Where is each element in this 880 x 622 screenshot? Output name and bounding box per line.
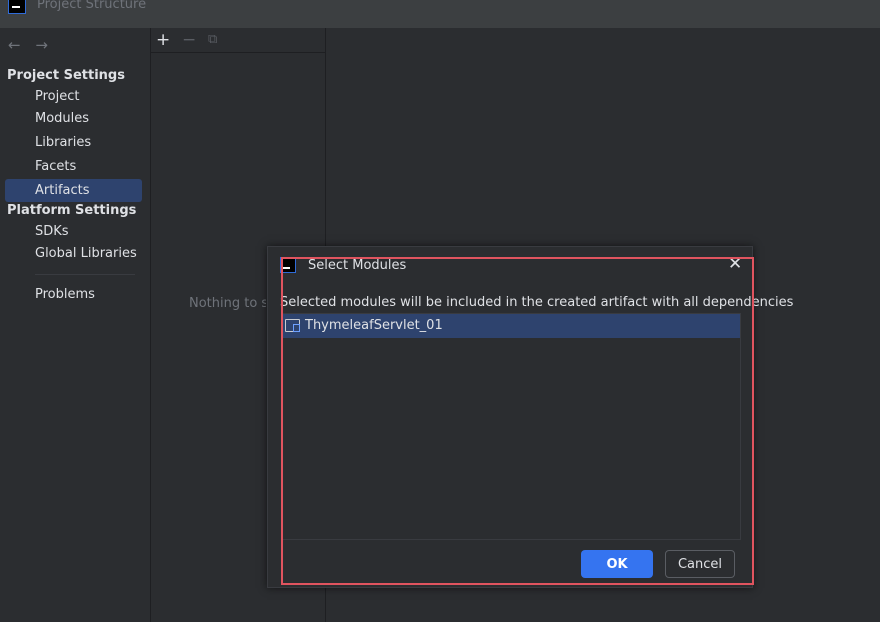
sidebar-item-global-libraries[interactable]: Global Libraries bbox=[5, 242, 142, 265]
sidebar-item-sdks[interactable]: SDKs bbox=[5, 220, 142, 243]
project-settings-heading: Project Settings bbox=[7, 68, 125, 83]
cancel-button[interactable]: Cancel bbox=[665, 550, 735, 578]
nav-arrows: ← → bbox=[8, 36, 58, 54]
remove-icon[interactable]: − bbox=[182, 30, 196, 50]
copy-icon[interactable]: ⧉ bbox=[208, 32, 217, 47]
sidebar-item-modules[interactable]: Modules bbox=[5, 107, 142, 130]
artifacts-toolbar: + − ⧉ bbox=[151, 28, 325, 53]
module-folder-icon bbox=[285, 319, 300, 332]
sidebar-divider bbox=[35, 274, 135, 275]
intellij-logo-icon bbox=[8, 0, 26, 14]
ok-button[interactable]: OK bbox=[581, 550, 653, 578]
list-item[interactable]: ThymeleafServlet_01 bbox=[282, 314, 740, 338]
empty-state-text: Nothing to show bbox=[189, 296, 266, 311]
module-name: ThymeleafServlet_01 bbox=[305, 318, 443, 333]
dialog-title: Select Modules bbox=[308, 258, 407, 273]
sidebar-item-artifacts[interactable]: Artifacts bbox=[5, 179, 142, 202]
close-icon[interactable]: ✕ bbox=[728, 256, 742, 273]
back-arrow-icon[interactable]: ← bbox=[8, 36, 21, 54]
sidebar-item-project[interactable]: Project bbox=[5, 85, 142, 108]
select-modules-dialog: Select Modules ✕ Selected modules will b… bbox=[267, 246, 793, 588]
title-bar: Project Structure bbox=[0, 0, 880, 28]
dialog-description: Selected modules will be included in the… bbox=[280, 295, 794, 310]
intellij-logo-icon bbox=[280, 257, 296, 273]
forward-arrow-icon[interactable]: → bbox=[35, 36, 48, 54]
platform-settings-heading: Platform Settings bbox=[7, 203, 137, 218]
column-divider[interactable] bbox=[150, 28, 151, 622]
add-icon[interactable]: + bbox=[156, 30, 170, 50]
module-list[interactable]: ThymeleafServlet_01 bbox=[281, 313, 741, 540]
sidebar-item-facets[interactable]: Facets bbox=[5, 155, 142, 178]
sidebar-item-problems[interactable]: Problems bbox=[5, 283, 142, 306]
window-title: Project Structure bbox=[37, 0, 147, 12]
sidebar-item-libraries[interactable]: Libraries bbox=[5, 131, 142, 154]
